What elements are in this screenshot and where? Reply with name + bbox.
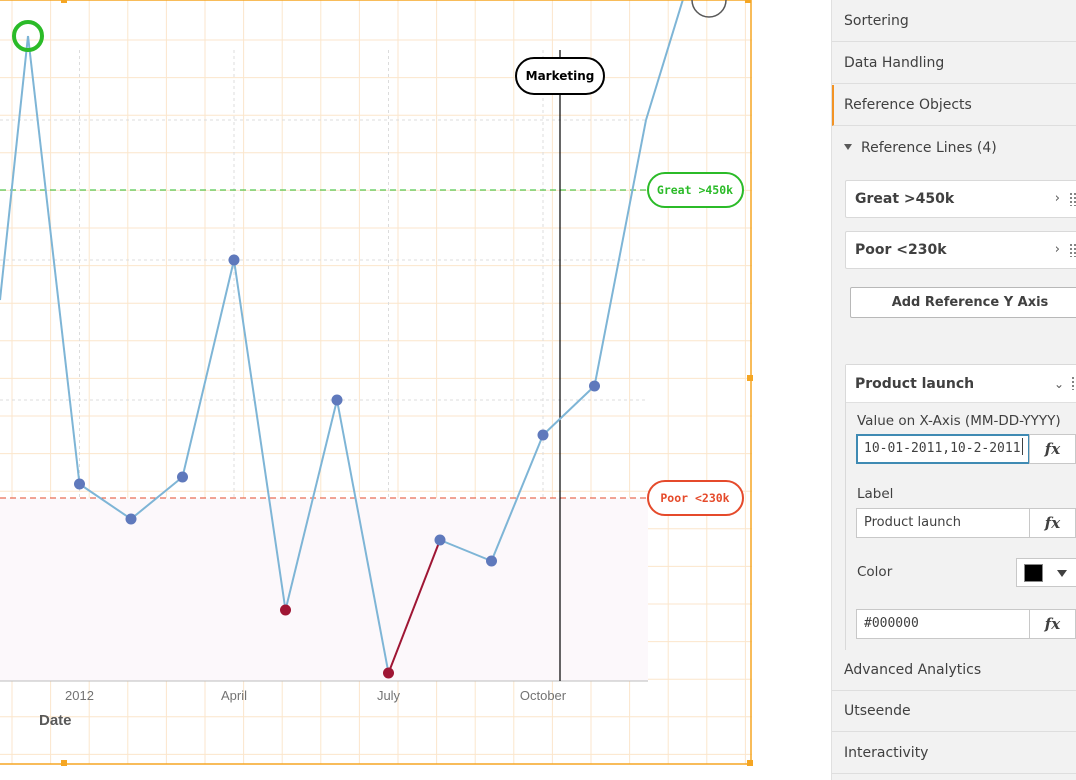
x-value-input[interactable]: 10-01-2011,10-2-2011 (856, 434, 1030, 464)
x-value-expression-button[interactable]: fx (1029, 434, 1076, 464)
ref-item-great[interactable]: Great >450k › (845, 180, 1076, 218)
data-point (177, 471, 188, 483)
product-launch-title: Product launch (855, 376, 975, 392)
ref-item-label: Poor <230k (855, 242, 947, 258)
reference-lines: Great >450k Poor <230k (0, 172, 744, 516)
data-point (589, 380, 600, 392)
resize-handle-top-right[interactable] (745, 0, 751, 3)
x-axis-ticks: 2012 April July October (65, 688, 567, 703)
x-axis-title: Date (39, 712, 72, 729)
ref-item-label: Great >450k (855, 191, 955, 207)
drag-handle-icon[interactable] (1071, 376, 1076, 390)
properties-panel: Sortering Data Handling Reference Object… (831, 0, 1076, 780)
chevron-right-icon: › (1054, 242, 1060, 257)
x-value-text: 10-01-2011,10-2-2011 (864, 441, 1021, 456)
poor-zone-shade (0, 498, 648, 681)
drag-handle-icon[interactable] (1069, 243, 1076, 257)
x-value-label: Value on X-Axis (MM-DD-YYYY) (857, 413, 1061, 429)
resize-handle-top[interactable] (61, 0, 67, 3)
series-line-segment (181, 259, 235, 478)
reference-lines-toggle[interactable]: Reference Lines (4) (832, 128, 1076, 168)
section-reference-objects[interactable]: Reference Objects (832, 85, 1076, 126)
resize-handle-bottom-right[interactable] (747, 760, 753, 766)
color-hex-text: #000000 (864, 616, 919, 631)
data-point (331, 394, 343, 406)
section-appearance[interactable]: Utseende (832, 691, 1076, 732)
section-data-handling[interactable]: Data Handling (832, 43, 1076, 84)
section-advanced-analytics[interactable]: Advanced Analytics (832, 650, 1076, 691)
data-point (537, 429, 549, 441)
color-hex-input[interactable]: #000000 (856, 609, 1030, 639)
label-field-label: Label (857, 486, 894, 502)
color-expression-button[interactable]: fx (1029, 609, 1076, 639)
chart-area[interactable]: Great >450k Poor <230k Marketing 2012 Apri… (0, 0, 820, 780)
x-tick-label: October (520, 688, 567, 703)
reference-lines-header: Reference Lines (4) (861, 140, 997, 156)
poor-data-point (280, 604, 291, 616)
ref-item-poor[interactable]: Poor <230k › (845, 231, 1076, 269)
data-point (434, 534, 446, 546)
drag-handle-icon[interactable] (1069, 192, 1076, 206)
text-caret (1021, 438, 1023, 455)
section-sorting[interactable]: Sortering (832, 1, 1076, 42)
data-point (228, 254, 240, 266)
series-line-segment (542, 385, 596, 436)
marketing-label: Marketing (526, 69, 595, 83)
data-point (486, 555, 497, 567)
line-chart[interactable]: Great >450k Poor <230k Marketing 2012 Apri… (0, 0, 820, 780)
label-input[interactable]: Product launch (856, 508, 1030, 538)
product-launch-header[interactable]: Product launch ⌄ (846, 365, 1076, 403)
data-point (74, 478, 85, 490)
resize-handle-right[interactable] (747, 375, 753, 381)
color-picker-dropdown[interactable] (1016, 558, 1076, 587)
data-point (125, 513, 137, 525)
label-expression-button[interactable]: fx (1029, 508, 1076, 538)
label-input-text: Product launch (864, 515, 961, 530)
color-field-label: Color (857, 564, 893, 580)
x-tick-label: July (377, 688, 401, 703)
x-tick-label: 2012 (65, 688, 94, 703)
section-interactivity[interactable]: Interactivity (832, 733, 1076, 774)
poor-data-point (383, 667, 394, 679)
product-launch-card: Product launch ⌄ Value on X-Axis (MM-DD-… (845, 364, 1076, 652)
x-tick-label: April (221, 688, 247, 703)
series-line-segment (593, 119, 647, 387)
dropdown-arrow-icon (1057, 570, 1067, 577)
series-line-segment (27, 35, 81, 485)
menu-button-icon[interactable] (691, 0, 727, 18)
resize-handle-bottom[interactable] (61, 760, 67, 766)
reference-line-label: Poor <230k (660, 491, 729, 505)
color-swatch (1024, 564, 1043, 582)
series-line-segment (645, 0, 684, 121)
panel-scrollbar[interactable] (821, 0, 831, 780)
chevron-down-icon: ⌄ (1053, 377, 1064, 391)
collapse-triangle-icon (844, 144, 852, 150)
reference-line-label: Great >450k (657, 183, 733, 197)
chevron-right-icon: › (1054, 191, 1060, 206)
add-reference-y-axis-button[interactable]: Add Reference Y Axis (850, 287, 1076, 318)
